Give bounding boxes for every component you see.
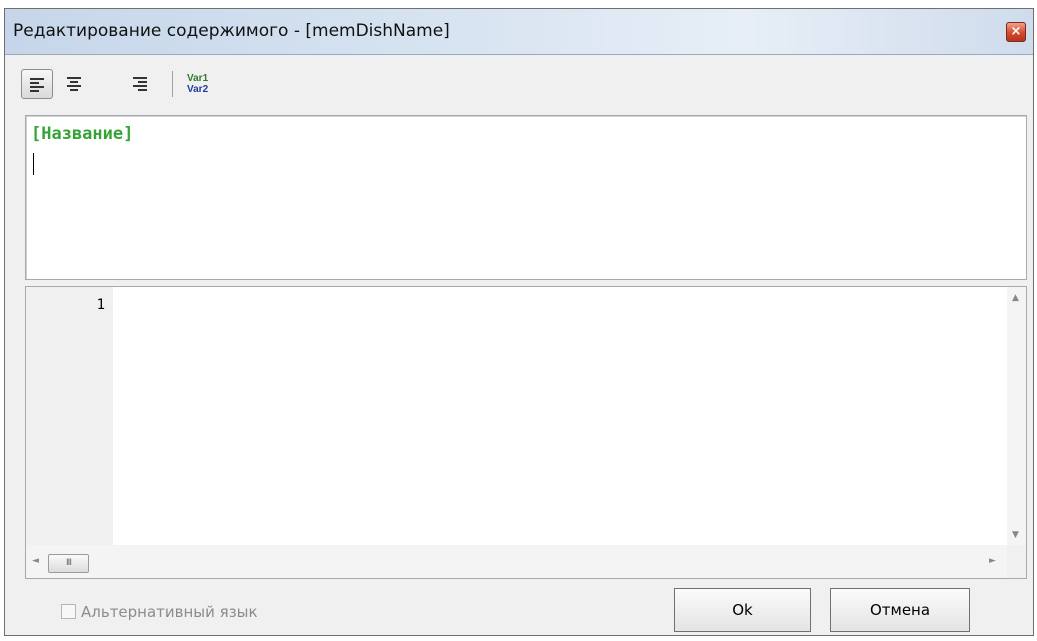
code-editor[interactable]: 1 ▲ ▼ ◄ III ► <box>25 286 1027 579</box>
thumb-grip-icon: III <box>66 558 72 568</box>
title-bar[interactable]: Редактирование содержимого - [memDishNam… <box>5 9 1033 55</box>
alt-language-checkbox[interactable] <box>61 604 76 619</box>
line-number: 1 <box>96 297 105 313</box>
close-icon: × <box>1010 24 1022 39</box>
align-left-icon <box>30 78 44 92</box>
text-caret <box>33 153 34 175</box>
scroll-up-icon[interactable]: ▲ <box>1012 293 1019 303</box>
horizontal-scrollbar[interactable]: ◄ III ► <box>26 545 1009 578</box>
scroll-down-icon[interactable]: ▼ <box>1012 530 1019 540</box>
ok-button[interactable]: Ok <box>674 588 811 632</box>
scroll-left-icon[interactable]: ◄ <box>32 556 39 566</box>
dialog-footer: Альтернативный язык Ok Отмена <box>5 577 1033 635</box>
vertical-scrollbar[interactable]: ▲ ▼ <box>1007 287 1026 546</box>
align-center-button[interactable] <box>59 69 91 99</box>
preview-text: [Название] <box>31 124 134 144</box>
alt-language-label: Альтернативный язык <box>81 603 258 621</box>
align-right-icon <box>133 77 147 91</box>
close-button[interactable]: × <box>1006 22 1026 42</box>
var2-label: Var2 <box>187 84 209 95</box>
insert-variable-button[interactable]: Var1 Var2 <box>187 73 208 95</box>
scrollbar-corner <box>1007 545 1026 578</box>
align-center-icon <box>67 77 81 91</box>
scroll-right-icon[interactable]: ► <box>989 556 996 566</box>
align-left-button[interactable] <box>21 69 53 99</box>
toolbar-separator <box>172 71 173 97</box>
horizontal-scroll-thumb[interactable]: III <box>48 554 89 573</box>
window-title: Редактирование содержимого - [memDishNam… <box>13 21 450 41</box>
line-number-gutter: 1 <box>26 287 113 546</box>
dialog-window: Редактирование содержимого - [memDishNam… <box>4 8 1034 636</box>
preview-text-area[interactable]: [Название] <box>25 115 1027 280</box>
align-right-button[interactable] <box>125 69 157 99</box>
cancel-button[interactable]: Отмена <box>830 588 970 632</box>
toolbar: Var1 Var2 <box>21 64 1021 104</box>
var1-label: Var1 <box>187 73 209 84</box>
